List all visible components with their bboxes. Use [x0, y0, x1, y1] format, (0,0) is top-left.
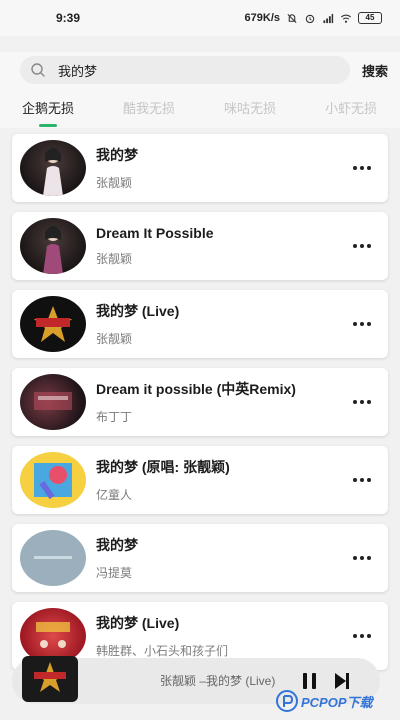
album-cover — [20, 374, 86, 430]
song-title: Dream it possible (中英Remix) — [96, 381, 296, 397]
signal-icon — [323, 13, 334, 23]
more-options-icon[interactable] — [342, 543, 382, 573]
status-time: 9:39 — [56, 11, 81, 25]
search-bar: 搜索 — [0, 52, 400, 88]
mute-icon — [287, 13, 297, 23]
list-item[interactable]: 我的梦 冯提莫 — [12, 524, 388, 592]
more-options-icon[interactable] — [342, 231, 382, 261]
battery-icon: 45 — [358, 12, 382, 24]
watermark: PCPOP下载 — [276, 688, 400, 714]
tab-xiami-lossless[interactable]: 小虾无损 — [325, 98, 377, 117]
player-cover[interactable] — [22, 656, 78, 702]
song-artist: 张靓颖 — [96, 252, 133, 266]
more-options-icon[interactable] — [342, 153, 382, 183]
song-title: 我的梦 — [96, 147, 138, 163]
tab-qq-lossless[interactable]: 企鹅无损 — [22, 98, 74, 117]
more-options-icon[interactable] — [342, 309, 382, 339]
song-artist: 韩胜群、小石头和孩子们 — [96, 644, 229, 658]
search-icon — [31, 63, 45, 77]
list-item[interactable]: 我的梦 (Live) 张靓颖 — [12, 290, 388, 358]
status-icons: 679K/s 45 — [245, 12, 382, 24]
more-options-icon[interactable] — [342, 621, 382, 651]
pcpop-logo-icon — [276, 690, 298, 712]
wifi-icon — [340, 14, 352, 23]
song-title: 我的梦 — [96, 537, 138, 553]
list-item[interactable]: Dream It Possible 张靓颖 — [12, 212, 388, 280]
network-speed: 679K/s — [244, 12, 280, 24]
source-tabs: 企鹅无损 酷我无损 咪咕无损 小虾无损 — [0, 88, 400, 128]
song-artist: 张靓颖 — [96, 332, 133, 346]
list-item[interactable]: Dream it possible (中英Remix) 布丁丁 — [12, 368, 388, 436]
album-cover — [20, 140, 86, 196]
tab-kuwo-lossless[interactable]: 酷我无损 — [123, 98, 175, 117]
album-cover — [20, 296, 86, 352]
song-artist: 冯提莫 — [96, 566, 133, 580]
song-title: Dream It Possible — [96, 225, 214, 241]
status-bar: 9:39 679K/s 45 — [0, 0, 400, 36]
list-item[interactable]: 我的梦 张靓颖 — [12, 134, 388, 202]
song-artist: 布丁丁 — [96, 410, 133, 424]
album-cover — [20, 218, 86, 274]
song-artist: 张靓颖 — [96, 176, 133, 190]
list-item[interactable]: 我的梦 (原唱: 张靓颖) 亿童人 — [12, 446, 388, 514]
search-box[interactable] — [20, 56, 350, 84]
now-playing-text: 张靓颖 –我的梦 (Live) — [160, 674, 276, 688]
song-title: 我的梦 (原唱: 张靓颖) — [96, 459, 230, 475]
song-artist: 亿童人 — [96, 488, 133, 502]
watermark-text: PCPOP下载 — [301, 694, 373, 710]
search-input[interactable] — [58, 62, 258, 78]
album-cover — [20, 452, 86, 508]
album-cover — [20, 530, 86, 586]
more-options-icon[interactable] — [342, 387, 382, 417]
alarm-icon — [305, 14, 315, 23]
song-title: 我的梦 (Live) — [96, 615, 180, 631]
more-options-icon[interactable] — [342, 465, 382, 495]
search-button[interactable]: 搜索 — [362, 61, 388, 80]
tab-migu-lossless[interactable]: 咪咕无损 — [224, 98, 276, 117]
song-title: 我的梦 (Live) — [96, 303, 180, 319]
